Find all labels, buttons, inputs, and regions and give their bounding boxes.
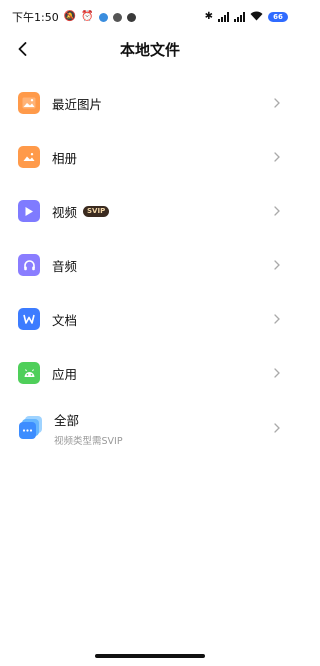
list-item-document[interactable]: 文档 (0, 292, 300, 346)
chevron-right-icon (272, 421, 282, 435)
signal-icon (234, 12, 245, 22)
status-right: ✱ 66 (205, 11, 288, 24)
list-item-all[interactable]: 全部 视频类型需SVIP (0, 400, 300, 456)
item-sublabel: 视频类型需SVIP (54, 435, 123, 447)
alarm-icon: ⏰ (81, 11, 94, 22)
chevron-left-icon (18, 42, 26, 56)
list-item-album[interactable]: 相册 (0, 130, 300, 184)
item-label: 最近图片 (52, 96, 103, 112)
image-icon (18, 92, 40, 114)
list-item-video[interactable]: 视频 SVIP (0, 184, 300, 238)
app-notification-icon (98, 12, 108, 22)
item-label: 音频 (52, 258, 78, 274)
page-title: 本地文件 (119, 40, 180, 59)
signal-icon (218, 12, 229, 22)
document-icon (18, 308, 40, 330)
item-label: 应用 (52, 366, 78, 382)
video-icon (18, 200, 40, 222)
android-icon (18, 362, 40, 384)
item-label: 文档 (52, 312, 78, 328)
file-category-list: 最近图片 相册 视频 SVIP 音频 文档 应用 全部 视频类型需SVIP (0, 76, 300, 456)
app-notification-icon (112, 12, 122, 22)
back-button[interactable] (10, 37, 34, 61)
chevron-right-icon (272, 258, 282, 272)
chevron-right-icon (272, 150, 282, 164)
chevron-right-icon (272, 204, 282, 218)
chevron-right-icon (272, 96, 282, 110)
svip-badge: SVIP (83, 205, 110, 217)
headphones-icon (18, 254, 40, 276)
header: 本地文件 (0, 34, 300, 64)
item-label: 相册 (52, 150, 78, 166)
status-time: 下午1:50 (12, 11, 59, 24)
app-notification-icon (126, 12, 136, 22)
battery-icon: 66 (268, 12, 288, 22)
chevron-right-icon (272, 312, 282, 326)
status-left: 下午1:50 🔕 ⏰ (12, 9, 136, 25)
list-item-recent-images[interactable]: 最近图片 (0, 76, 300, 130)
wifi-icon (250, 11, 263, 24)
album-icon (18, 146, 40, 168)
item-label: 视频 (52, 204, 78, 220)
mute-icon: 🔕 (63, 11, 77, 22)
all-files-icon (18, 415, 44, 441)
status-bar: 下午1:50 🔕 ⏰ ✱ 66 (0, 0, 300, 34)
bluetooth-icon: ✱ (204, 11, 213, 22)
home-indicator[interactable] (95, 654, 205, 658)
chevron-right-icon (272, 366, 282, 380)
item-label: 全部 (54, 412, 80, 428)
list-item-audio[interactable]: 音频 (0, 238, 300, 292)
list-item-apps[interactable]: 应用 (0, 346, 300, 400)
